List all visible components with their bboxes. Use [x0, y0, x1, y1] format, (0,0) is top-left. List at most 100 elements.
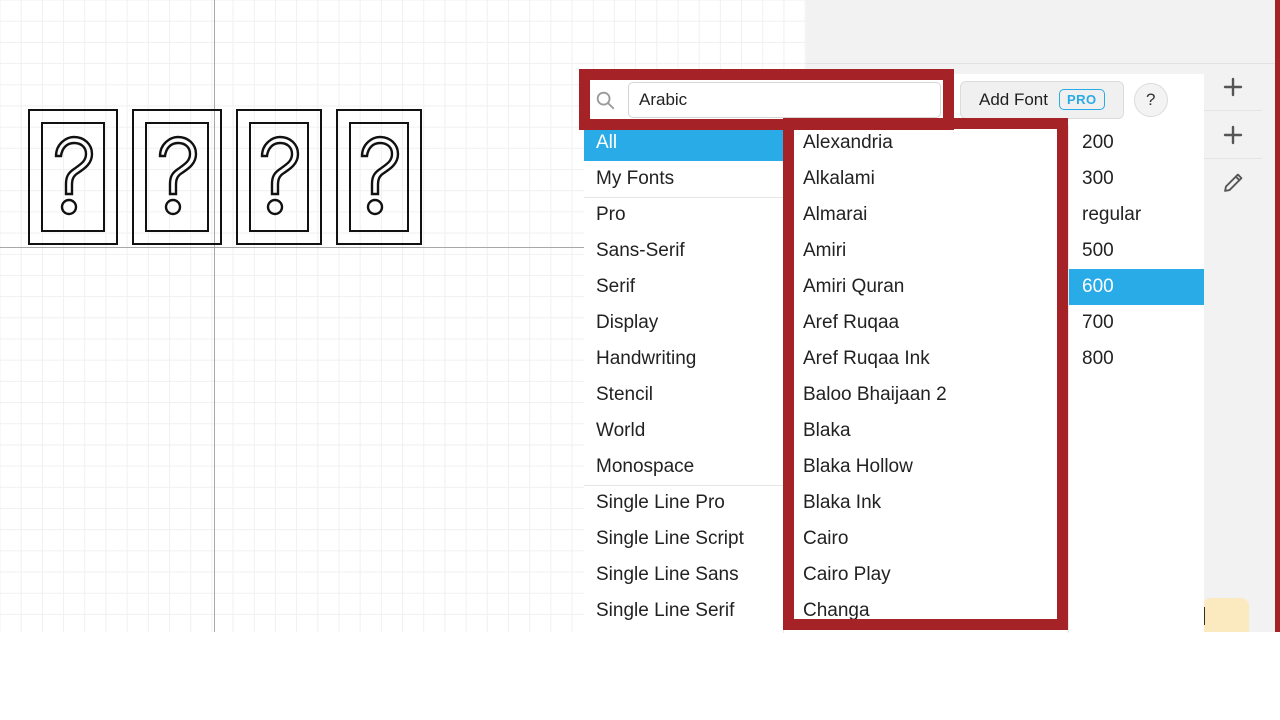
- category-item-label: World: [596, 420, 646, 441]
- font-item[interactable]: Aref Ruqaa: [784, 305, 1068, 341]
- font-item-label: Baloo Bhaijaan 2: [803, 384, 947, 405]
- font-item[interactable]: Changa: [784, 593, 1068, 629]
- category-item[interactable]: Display: [584, 305, 783, 341]
- weight-item[interactable]: 300: [1069, 161, 1204, 197]
- font-item[interactable]: Alkalami: [784, 161, 1068, 197]
- category-item[interactable]: Serif: [584, 269, 783, 305]
- category-item-label: Single Line Sans: [596, 564, 739, 585]
- category-item[interactable]: Handwriting: [584, 341, 783, 377]
- pro-badge: PRO: [1059, 89, 1105, 110]
- question-mark-icon: [253, 132, 305, 223]
- category-item-label: My Fonts: [596, 168, 675, 189]
- missing-glyph-box[interactable]: [132, 109, 222, 245]
- add-icon[interactable]: [1204, 63, 1262, 111]
- font-item-label: Blaka Hollow: [803, 456, 913, 477]
- font-item[interactable]: Blaka Ink: [784, 485, 1068, 521]
- category-item-label: Stencil: [596, 384, 654, 405]
- font-picker-actions: Add Font PRO ?: [960, 74, 1168, 125]
- category-column[interactable]: All My Fonts Pro Sans-Serif Serif Display Hand…: [584, 125, 784, 633]
- category-item-label: Pro: [596, 204, 626, 225]
- category-item[interactable]: Pro: [584, 197, 783, 233]
- category-item[interactable]: Stencil: [584, 377, 783, 413]
- missing-glyph-box[interactable]: [336, 109, 422, 245]
- font-item[interactable]: Amiri: [784, 233, 1068, 269]
- category-item-label: All: [596, 132, 618, 153]
- font-item-label: Alexandria: [803, 132, 893, 153]
- category-item[interactable]: All: [584, 125, 783, 161]
- font-picker-popup[interactable]: Add Font PRO ? All My Fonts Pro Sans-Serif S…: [584, 74, 1204, 633]
- font-item-label: Changa: [803, 600, 870, 621]
- font-item[interactable]: Cairo: [784, 521, 1068, 557]
- weight-item[interactable]: 500: [1069, 233, 1204, 269]
- vertical-toolbar: [1204, 63, 1262, 223]
- font-item-label: Alkalami: [803, 168, 875, 189]
- question-mark-icon: [47, 132, 99, 223]
- category-item[interactable]: Single Line Script: [584, 521, 783, 557]
- font-item-label: Aref Ruqaa: [803, 312, 900, 333]
- weight-item[interactable]: 700: [1069, 305, 1204, 341]
- font-item[interactable]: Almarai: [784, 197, 1068, 233]
- font-item-label: Almarai: [803, 204, 868, 225]
- category-item[interactable]: Single Line Sans: [584, 557, 783, 593]
- font-item-label: Cairo Play: [803, 564, 891, 585]
- category-item[interactable]: My Fonts: [584, 161, 783, 197]
- search-input[interactable]: [628, 81, 941, 118]
- category-item-label: Single Line Pro: [596, 492, 725, 513]
- category-item-label: Monospace: [596, 456, 695, 477]
- font-name-column[interactable]: Alexandria Alkalami Almarai Amiri Amiri Qura…: [784, 125, 1069, 633]
- font-picker-toolbar: Add Font PRO ?: [584, 74, 1204, 125]
- add-font-button[interactable]: Add Font PRO: [960, 80, 1124, 119]
- annotation-right-edge: [1275, 0, 1280, 632]
- font-item-label: Amiri Quran: [803, 276, 905, 297]
- search-icon: [594, 89, 616, 111]
- pencil-icon[interactable]: [1204, 159, 1262, 207]
- category-item-label: Handwriting: [596, 348, 697, 369]
- weight-item[interactable]: regular: [1069, 197, 1204, 233]
- font-item[interactable]: Alexandria: [784, 125, 1068, 161]
- color-swatch-card[interactable]: [1203, 598, 1249, 632]
- weight-item-label: 300: [1082, 168, 1114, 189]
- font-item-label: Amiri: [803, 240, 847, 261]
- category-item[interactable]: Single Line Pro: [584, 485, 783, 521]
- weight-item-label: 800: [1082, 348, 1114, 369]
- search-field-wrapper[interactable]: [584, 74, 949, 125]
- question-mark-icon: [151, 132, 203, 223]
- canvas-vertical-axis: [214, 0, 215, 632]
- weight-item-label: regular: [1082, 204, 1142, 225]
- category-item[interactable]: Single Line Serif: [584, 593, 783, 629]
- category-item-label: Single Line Serif: [596, 600, 735, 621]
- category-item-label: Serif: [596, 276, 636, 297]
- category-item[interactable]: World: [584, 413, 783, 449]
- help-button[interactable]: ?: [1133, 82, 1168, 117]
- weight-item[interactable]: 800: [1069, 341, 1204, 377]
- weight-item[interactable]: 600: [1069, 269, 1204, 305]
- font-item[interactable]: Blaka Hollow: [784, 449, 1068, 485]
- add-alt-icon[interactable]: [1204, 111, 1262, 159]
- font-item[interactable]: Aref Ruqaa Ink: [784, 341, 1068, 377]
- add-font-label: Add Font: [979, 89, 1048, 109]
- category-item-label: Single Line Script: [596, 528, 744, 549]
- category-item[interactable]: Monospace: [584, 449, 783, 485]
- weight-item[interactable]: 200: [1069, 125, 1204, 161]
- font-item-label: Cairo: [803, 528, 849, 549]
- missing-glyph-box[interactable]: [28, 109, 118, 245]
- glyph-placeholder-row[interactable]: [28, 109, 422, 245]
- category-item-label: Sans-Serif: [596, 240, 685, 261]
- missing-glyph-box[interactable]: [236, 109, 322, 245]
- app-root: Add Font PRO ? All My Fonts Pro Sans-Serif S…: [0, 0, 1280, 720]
- weight-item-label: 700: [1082, 312, 1114, 333]
- font-item[interactable]: Cairo Play: [784, 557, 1068, 593]
- font-item[interactable]: Baloo Bhaijaan 2: [784, 377, 1068, 413]
- font-item[interactable]: Amiri Quran: [784, 269, 1068, 305]
- font-weight-column[interactable]: 200 300 regular 500 600 700 800: [1069, 125, 1204, 633]
- font-item-label: Blaka: [803, 420, 851, 441]
- weight-item-label: 500: [1082, 240, 1114, 261]
- category-item-label: Display: [596, 312, 659, 333]
- weight-item-label: 600: [1082, 276, 1114, 297]
- font-item-label: Blaka Ink: [803, 492, 882, 513]
- category-item[interactable]: Sans-Serif: [584, 233, 783, 269]
- font-item-label: Aref Ruqaa Ink: [803, 348, 930, 369]
- font-picker-columns: All My Fonts Pro Sans-Serif Serif Display Hand…: [584, 125, 1204, 633]
- weight-item-label: 200: [1082, 132, 1114, 153]
- font-item[interactable]: Blaka: [784, 413, 1068, 449]
